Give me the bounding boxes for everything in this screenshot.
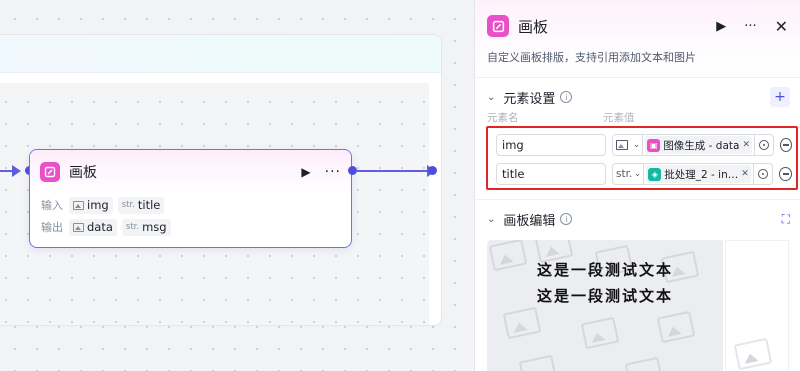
placeholder-image-icon: [502, 306, 542, 340]
canvas-node-huaban[interactable]: 画板 ▶ ··· 输入 img str. title 输出 data str. ms…: [29, 149, 352, 248]
fullscreen-icon[interactable]: ⛶: [782, 212, 790, 227]
more-options-icon[interactable]: ···: [325, 164, 341, 180]
node-outputs-row: 输出 data str. msg: [30, 216, 351, 238]
str-type-mark: str.: [125, 222, 140, 232]
remove-element-icon[interactable]: [779, 167, 792, 181]
element-row: ⌄ ▣ 图像生成 - data ✕: [496, 133, 792, 157]
remove-reference-icon[interactable]: ✕: [742, 140, 750, 150]
variable-picker-icon[interactable]: [753, 163, 774, 185]
image-generation-icon: ▣: [647, 138, 661, 152]
node-inputs-row: 输入 img str. title: [30, 194, 351, 216]
run-node-icon[interactable]: ▶: [716, 19, 726, 34]
element-value-field[interactable]: ◈ 批处理_2 - in… ✕: [644, 163, 754, 185]
info-icon[interactable]: i: [560, 91, 573, 103]
node-output-port[interactable]: [348, 166, 357, 175]
reference-chip: ▣ 图像生成 - data ✕: [645, 136, 752, 154]
placeholder-image-icon: [656, 310, 696, 344]
canvas-side-area: [725, 240, 789, 371]
remove-element-icon[interactable]: [779, 138, 792, 152]
section-title: 元素设置: [503, 91, 556, 107]
canvas-app-icon: [487, 15, 509, 37]
chevron-down-icon[interactable]: ⌄: [487, 92, 495, 103]
more-options-icon[interactable]: ···: [744, 19, 756, 34]
next-node-input-port[interactable]: [428, 166, 437, 175]
batch-process-icon: ◈: [648, 167, 662, 181]
node-title: 画板: [69, 165, 97, 181]
chevron-down-icon[interactable]: ⌄: [487, 214, 495, 225]
image-type-icon: [73, 200, 84, 210]
column-headers: 元素名 元素值: [487, 110, 790, 124]
str-type-mark: str.: [121, 200, 135, 210]
element-value-field[interactable]: ▣ 图像生成 - data ✕: [643, 134, 755, 156]
node-header: 画板 ▶ ···: [30, 150, 351, 194]
canvas-preview[interactable]: 这是一段测试文本 这是一段测试文本: [487, 240, 723, 371]
add-element-button[interactable]: +: [770, 87, 790, 107]
column-header-name: 元素名: [487, 112, 519, 124]
input-tag-img: img: [69, 196, 113, 214]
element-name-input[interactable]: [496, 163, 606, 185]
canvas-text-line[interactable]: 这是一段测试文本: [487, 259, 723, 280]
column-header-value: 元素值: [603, 112, 635, 124]
output-name: data: [87, 220, 113, 234]
element-row: str. ⌄ ◈ 批处理_2 - in… ✕: [496, 162, 792, 186]
input-name: title: [137, 198, 161, 212]
canvas-app-icon: [40, 162, 60, 182]
chevron-down-icon: ⌄: [633, 169, 642, 179]
panel-description: 自定义画板排版，支持引用添加文本和图片: [487, 51, 696, 64]
element-type-select[interactable]: str. ⌄: [612, 163, 645, 185]
output-name: msg: [142, 220, 167, 234]
panel-header: 画板 ▶ ··· ✕ 自定义画板排版，支持引用添加文本和图片: [475, 0, 800, 78]
placeholder-image-icon: [580, 316, 620, 350]
placeholder-image-icon: [624, 356, 664, 371]
close-icon[interactable]: ✕: [775, 17, 788, 36]
outgoing-edge: [357, 170, 429, 172]
run-node-icon[interactable]: ▶: [301, 165, 310, 179]
element-settings-section: ⌄ 元素设置 i + 元素名 元素值 ⌄ ▣ 图像生成 - data: [475, 78, 800, 190]
input-tag-title: str. title: [117, 196, 165, 214]
canvas-text-line[interactable]: 这是一段测试文本: [487, 285, 723, 306]
element-name-input[interactable]: [496, 134, 606, 156]
image-type-icon: [73, 222, 84, 232]
output-tag-data: data: [69, 218, 117, 236]
type-label: str.: [616, 168, 633, 180]
chevron-down-icon: ⌄: [632, 140, 641, 150]
info-icon[interactable]: i: [560, 213, 573, 225]
output-tag-msg: str. msg: [121, 218, 171, 236]
input-label: 输入: [41, 199, 63, 212]
workflow-canvas[interactable]: 画板 ▶ ··· 输入 img str. title 输出 data str. ms…: [0, 0, 474, 371]
group-header: [0, 35, 441, 73]
reference-text: 批处理_2 - in…: [664, 168, 739, 181]
canvas-editor-section: ⌄ 画板编辑 i ⛶ 这是一段测试文本 这是一段测试文本: [475, 200, 800, 371]
output-label: 输出: [41, 221, 63, 234]
image-icon: [616, 140, 628, 150]
incoming-edge-arrow: [12, 165, 21, 177]
section-title: 画板编辑: [503, 213, 556, 229]
reference-chip: ◈ 批处理_2 - in… ✕: [646, 165, 751, 183]
placeholder-image-icon: [733, 337, 773, 371]
panel-title: 画板: [518, 17, 549, 36]
variable-picker-icon[interactable]: [754, 134, 774, 156]
element-type-select[interactable]: ⌄: [612, 134, 644, 156]
node-settings-panel: 画板 ▶ ··· ✕ 自定义画板排版，支持引用添加文本和图片 ⌄ 元素设置 i …: [474, 0, 800, 371]
placeholder-image-icon: [518, 354, 558, 371]
input-name: img: [87, 198, 109, 212]
highlighted-element-rows: ⌄ ▣ 图像生成 - data ✕ str. ⌄: [486, 126, 798, 190]
remove-reference-icon[interactable]: ✕: [741, 169, 749, 179]
reference-text: 图像生成 - data: [663, 139, 740, 152]
